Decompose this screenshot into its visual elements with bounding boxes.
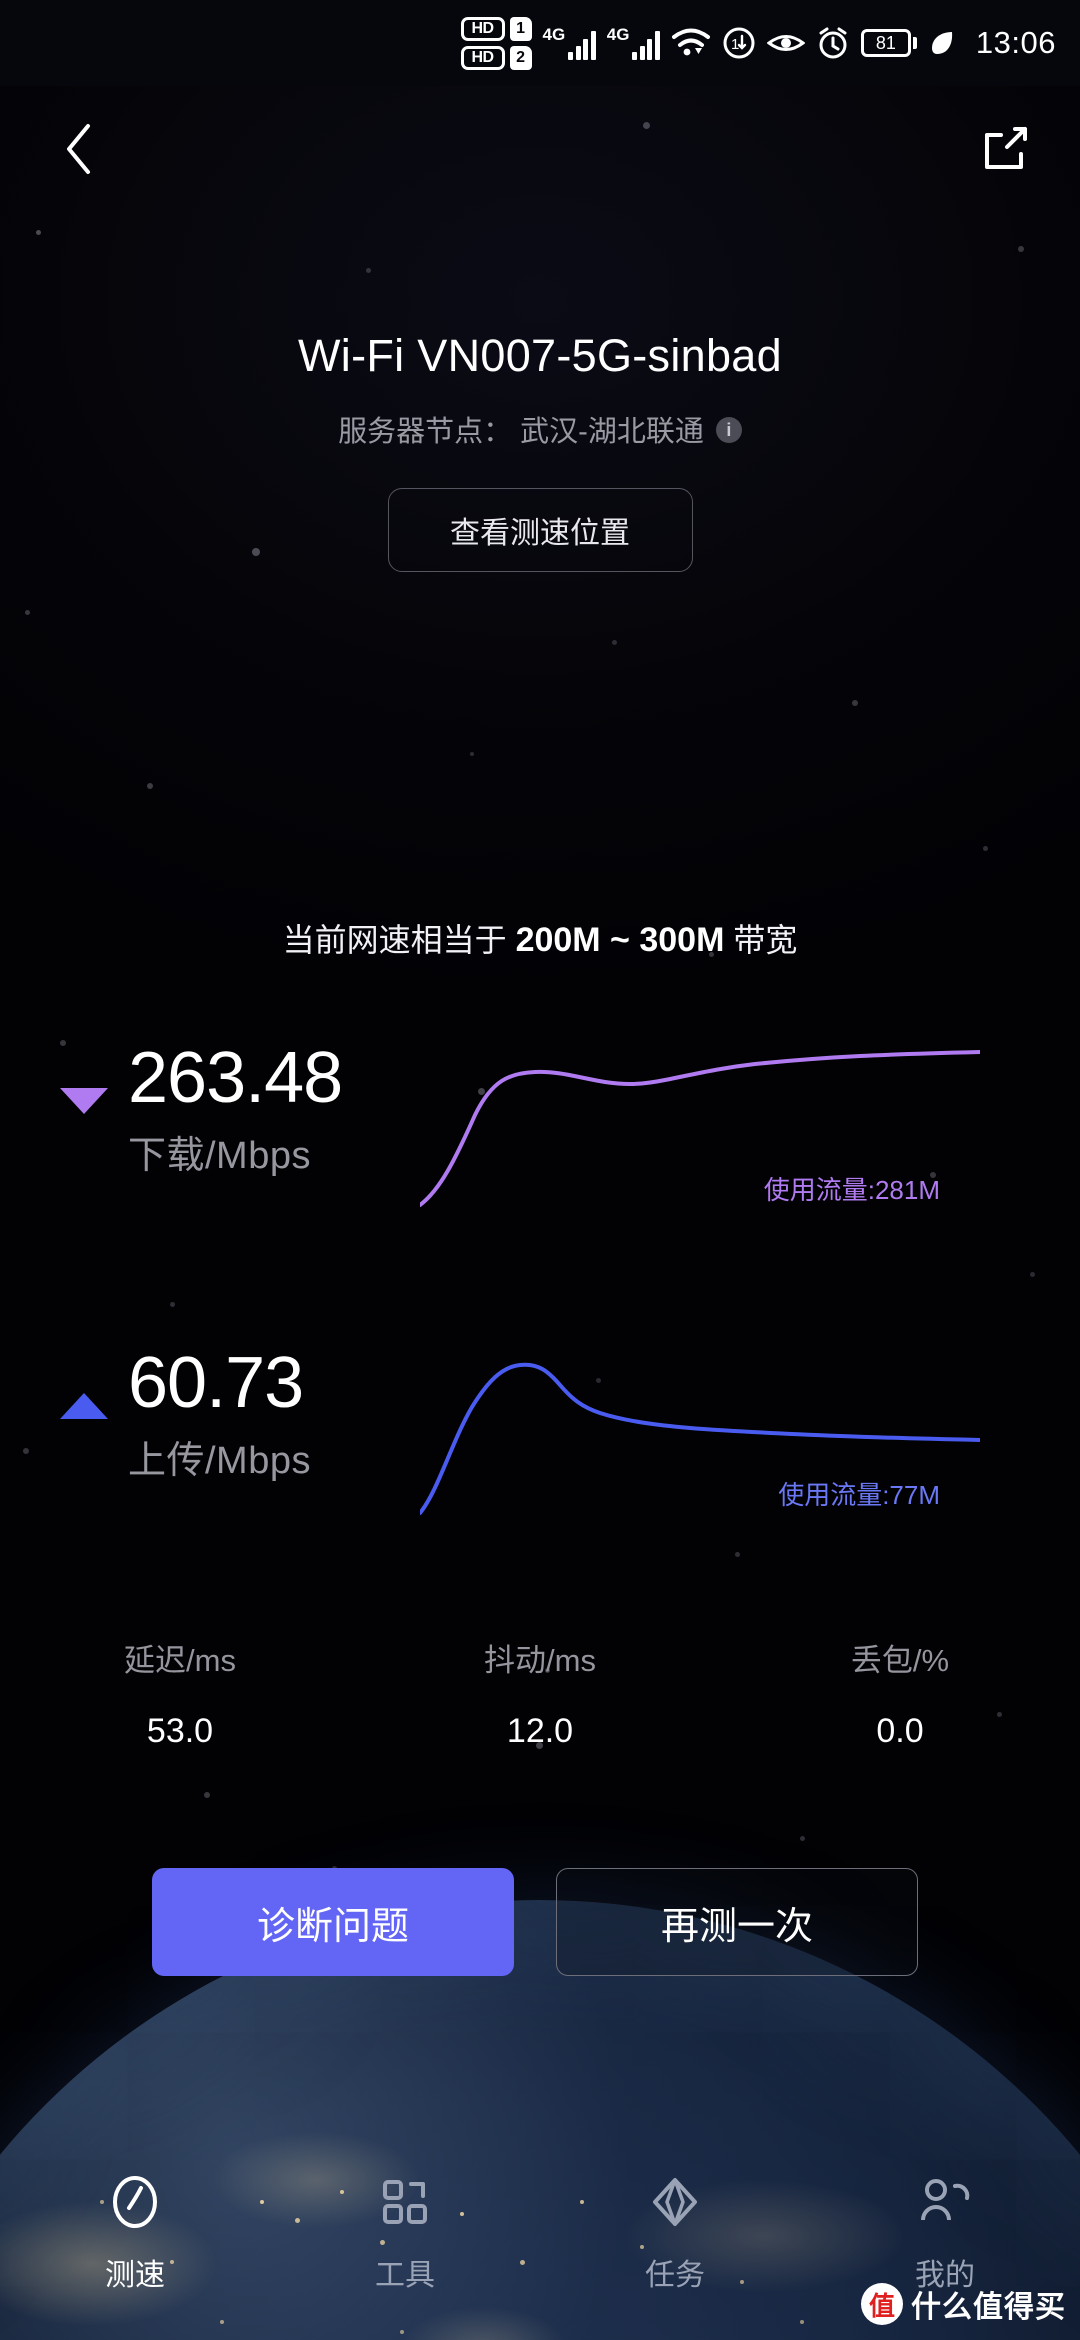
signal-bars-icon (632, 30, 660, 60)
server-node-value: 武汉-湖北联通 (520, 416, 704, 448)
watermark-text: 什么值得买 (911, 2291, 1066, 2324)
stat-value: 53.0 (146, 1712, 214, 1750)
stat-label: 抖动/ms (484, 1643, 596, 1678)
triangle-up-icon (60, 1393, 108, 1419)
nav-item-tools[interactable]: 工具 (270, 2172, 540, 2294)
network-type-label: 4G (606, 25, 630, 44)
signal-bars-icon (568, 30, 596, 60)
bandwidth-summary: 当前网速相当于 200M ~ 300M 带宽 (0, 915, 1080, 961)
nav-label: 任务 (645, 2259, 705, 2292)
upload-graph: 使用流量:77M (420, 1345, 980, 1545)
bandwidth-prefix: 当前网速相当于 (282, 922, 516, 958)
action-buttons: 诊断问题 再测一次 (0, 1868, 1080, 1976)
stat-latency: 延迟/ms 53.0 (0, 1635, 360, 1751)
battery-icon: 81 (860, 29, 917, 57)
stat-value: 0.0 (876, 1712, 924, 1750)
download-metric: 263.48 下载/Mbps (0, 1038, 420, 1179)
task-diamond-icon (653, 2178, 697, 2226)
page-title: Wi-Fi VN007-5G-sinbad (298, 330, 782, 381)
server-node-label: 服务器节点： (338, 416, 513, 448)
alarm-icon (816, 26, 850, 60)
download-graph: 使用流量:281M (420, 1040, 980, 1240)
status-bar: HD 1 HD 2 4G 4G 1 81 13:06 (0, 0, 1080, 86)
sim-1-signal: 4G (543, 26, 596, 60)
retest-button[interactable]: 再测一次 (556, 1868, 918, 1976)
share-button[interactable] (970, 114, 1040, 184)
profile-icon (921, 2179, 970, 2221)
hd-badge: HD (460, 16, 505, 41)
upload-traffic-label: 使用流量:77M (778, 1480, 940, 1510)
stat-label: 延迟/ms (124, 1643, 236, 1678)
speedtest-result-screen: HD 1 HD 2 4G 4G 1 81 13:06 Wi-Fi VN007-5… (0, 0, 1080, 2340)
watermark: 值 什么值得买 (861, 2282, 1066, 2326)
eye-comfort-icon (766, 29, 805, 57)
share-icon (985, 127, 1027, 169)
download-traffic-label: 使用流量:281M (763, 1175, 940, 1205)
stat-packet-loss: 丢包/% 0.0 (720, 1635, 1080, 1751)
back-button[interactable] (44, 114, 114, 184)
nav-item-tasks[interactable]: 任务 (540, 2172, 810, 2294)
nav-item-speedtest[interactable]: 测速 (0, 2172, 270, 2294)
view-test-location-button[interactable]: 查看测速位置 (387, 488, 693, 572)
stat-label: 丢包/% (850, 1643, 950, 1678)
server-node-line: 服务器节点： 武汉-湖北联通 i (0, 408, 1080, 450)
network-type-label: 4G (542, 25, 566, 44)
upload-value: 60.73 (128, 1343, 304, 1423)
diagnose-button[interactable]: 诊断问题 (152, 1868, 514, 1976)
bandwidth-suffix: 带宽 (724, 922, 798, 958)
watermark-badge: 值 (861, 2283, 903, 2325)
power-saving-leaf-icon (928, 28, 956, 58)
triangle-down-icon (60, 1088, 108, 1114)
wifi-icon (671, 27, 711, 59)
nav-label: 工具 (375, 2259, 435, 2292)
upload-metric: 60.73 上传/Mbps (0, 1343, 420, 1484)
nav-item-profile[interactable]: 我的 (810, 2172, 1080, 2294)
volte-hd-indicators: HD 1 HD 2 (460, 16, 532, 70)
speedometer-icon (113, 2176, 157, 2228)
chevron-left-icon (67, 124, 90, 174)
download-unit-label: 下载/Mbps (128, 1134, 311, 1177)
network-stats-row: 延迟/ms 53.0 抖动/ms 12.0 丢包/% 0.0 (0, 1635, 1080, 1751)
info-icon[interactable]: i (715, 417, 742, 443)
top-navigation-bar (0, 104, 1080, 194)
clock-time: 13:06 (975, 25, 1056, 60)
download-result-row: 263.48 下载/Mbps 使用流量:281M (0, 1038, 1080, 1270)
bandwidth-range: 200M ~ 300M (515, 921, 725, 959)
sim-2-signal: 4G (607, 26, 660, 60)
battery-level: 81 (860, 29, 911, 57)
data-saver-icon: 1 (722, 26, 756, 60)
hd-badge: HD (460, 45, 505, 70)
tools-grid-icon (383, 2180, 427, 2224)
stat-value: 12.0 (506, 1712, 574, 1750)
result-header: Wi-Fi VN007-5G-sinbad 服务器节点： 武汉-湖北联通 i 查… (0, 330, 1080, 572)
upload-result-row: 60.73 上传/Mbps 使用流量:77M (0, 1343, 1080, 1575)
nav-label: 测速 (105, 2259, 165, 2292)
upload-unit-label: 上传/Mbps (128, 1439, 311, 1482)
stat-jitter: 抖动/ms 12.0 (360, 1635, 720, 1751)
sim-2-badge: 2 (509, 45, 532, 70)
sim-1-badge: 1 (509, 16, 532, 41)
download-value: 263.48 (128, 1038, 343, 1118)
